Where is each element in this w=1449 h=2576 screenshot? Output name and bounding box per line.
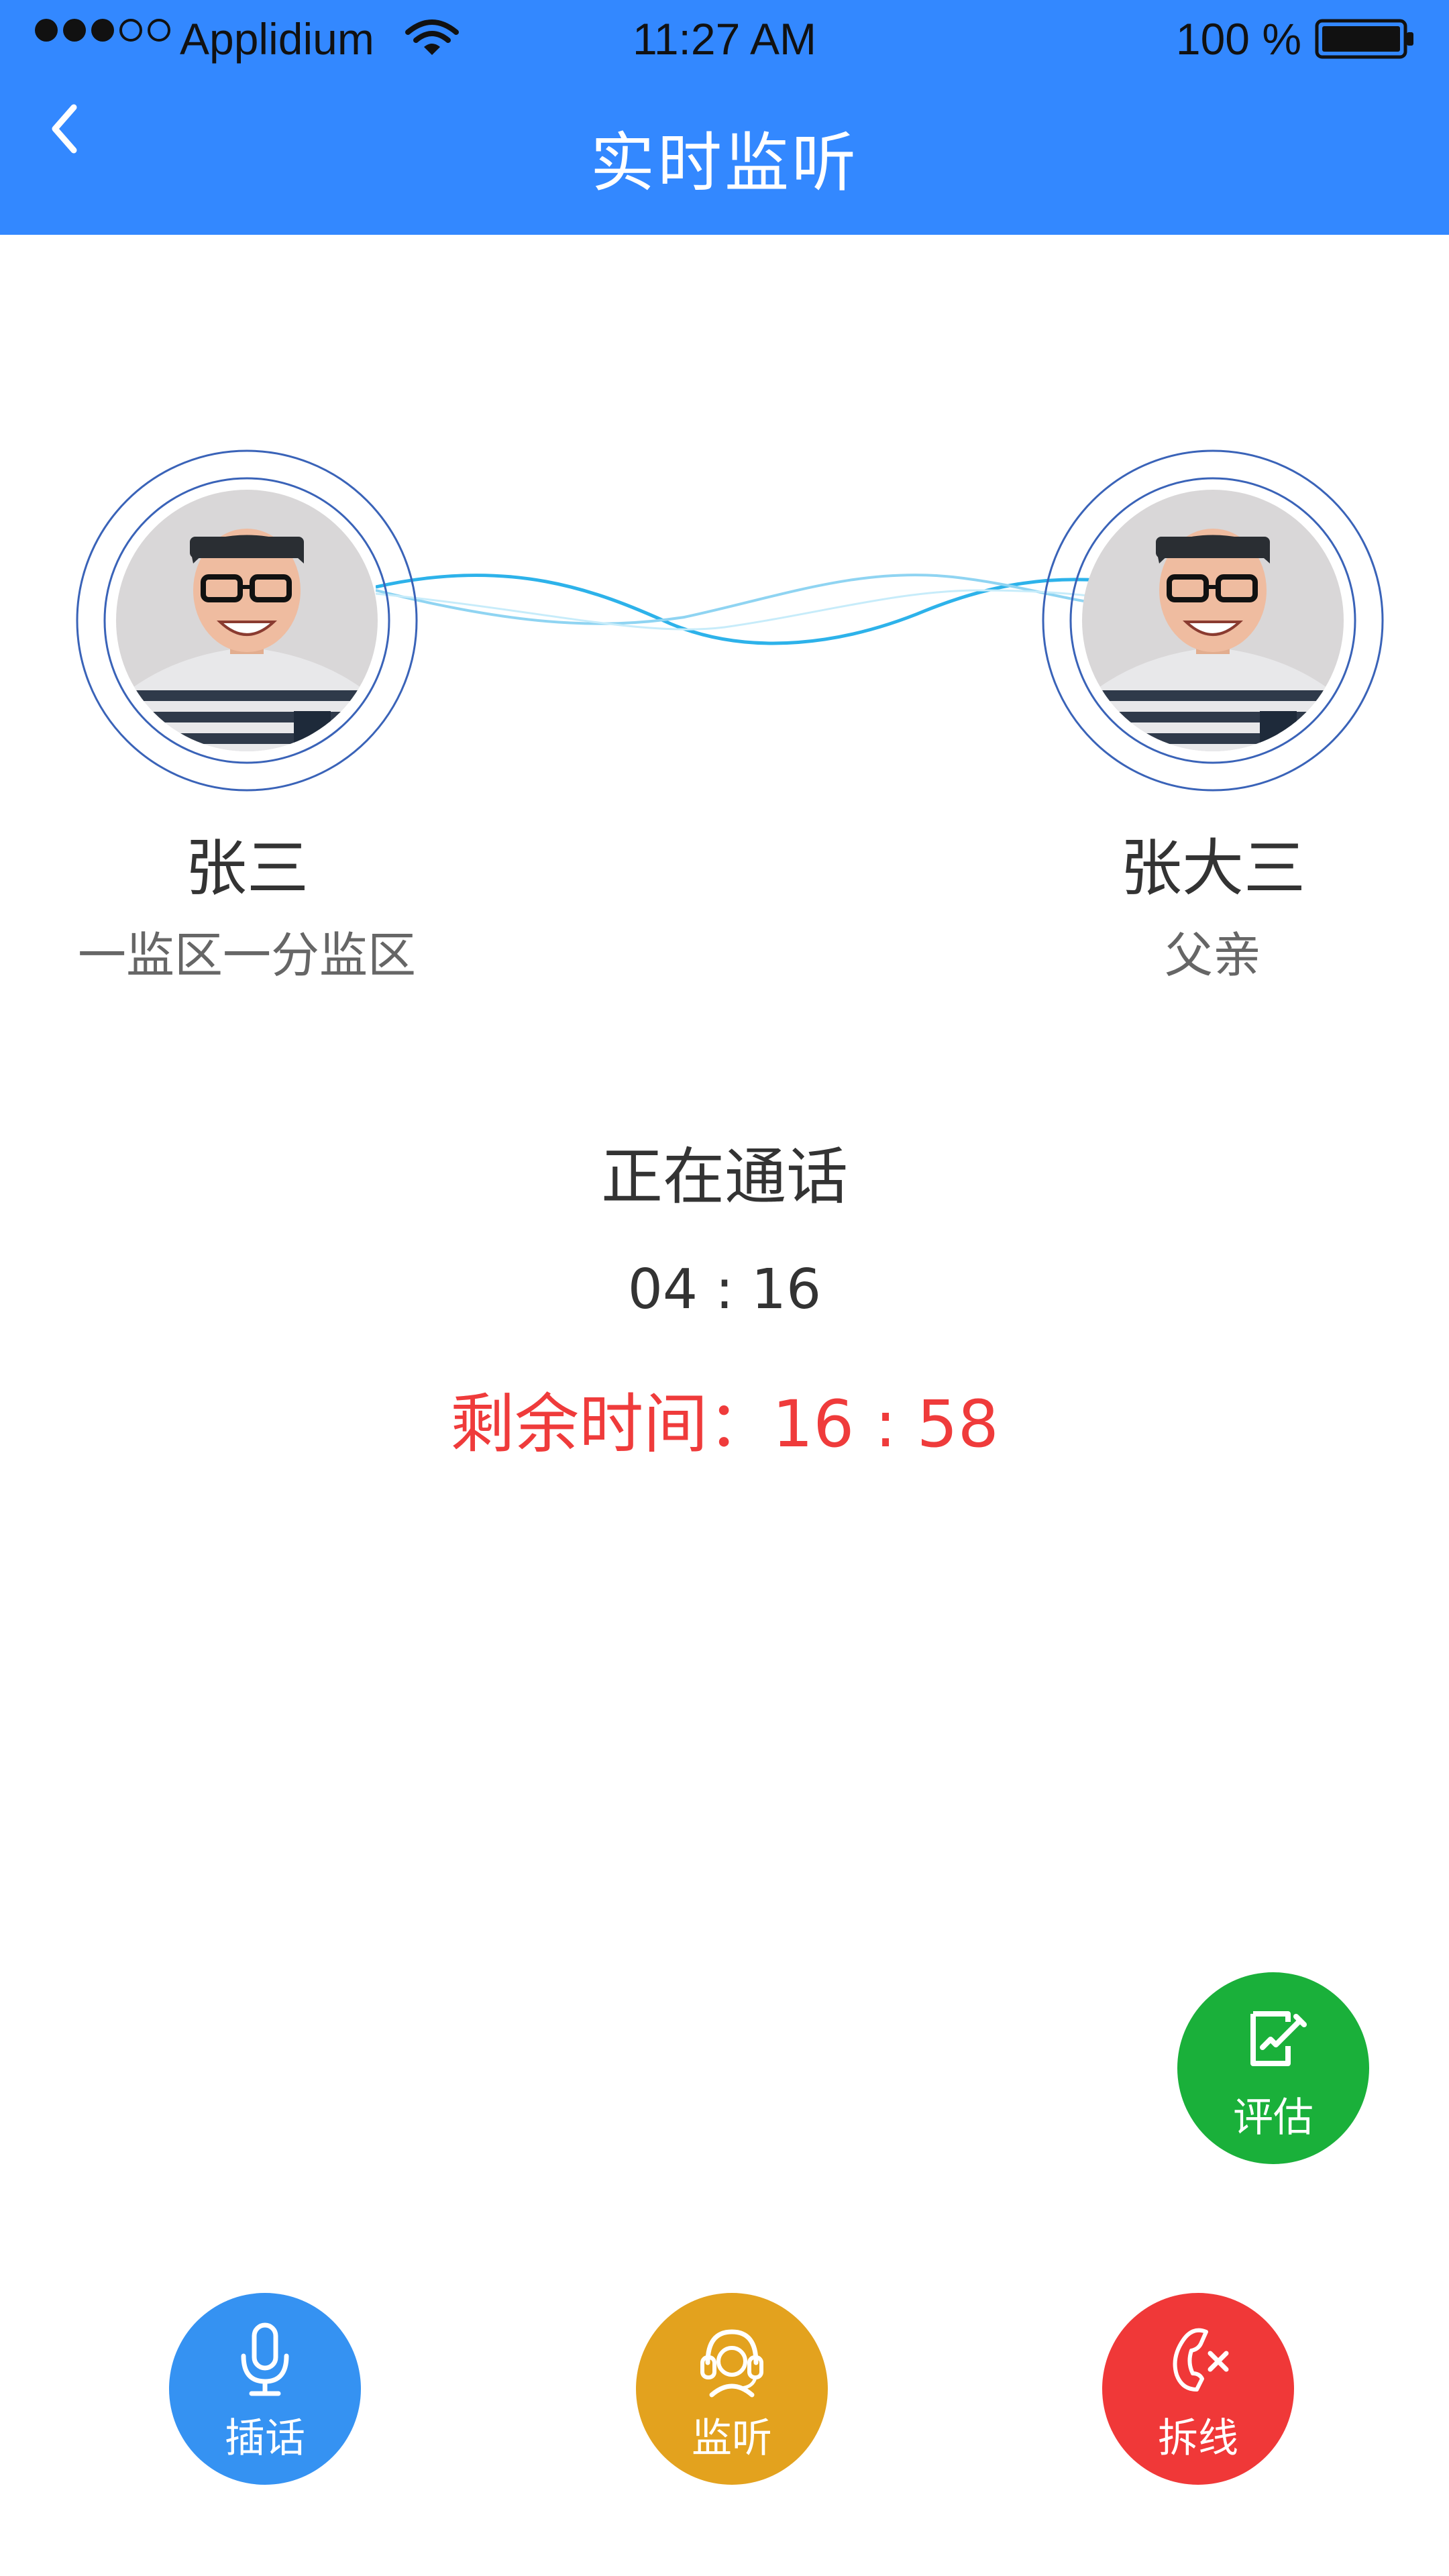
microphone-icon xyxy=(241,2322,289,2396)
monitor-label: 监听 xyxy=(692,2415,772,2462)
call-status: 正在通话 xyxy=(600,1141,848,1213)
phone-hangup-icon xyxy=(1173,2328,1229,2392)
audio-wave-graphic xyxy=(376,573,1100,645)
interject-button[interactable]: 插话 xyxy=(169,2293,361,2485)
hangup-label: 拆线 xyxy=(1158,2415,1238,2462)
hangup-button[interactable]: 拆线 xyxy=(1102,2293,1294,2485)
participant-name: 张大三 xyxy=(1120,833,1305,904)
monitor-button[interactable]: 监听 xyxy=(636,2293,828,2485)
status-bar: Applidium 11:27 AM 100 % xyxy=(0,0,1449,80)
headset-icon xyxy=(700,2329,763,2398)
remaining-time: 剩余时间：16 : 58 xyxy=(450,1387,999,1462)
avatar xyxy=(72,446,421,795)
participant-subtitle: 一监区一分监区 xyxy=(77,927,416,983)
participant-relation: 父亲 xyxy=(1164,927,1261,983)
participant-family: 张大三 父亲 xyxy=(1038,446,1387,983)
interject-label: 插话 xyxy=(225,2415,305,2462)
battery-icon xyxy=(1315,19,1413,59)
battery-percent: 100 % xyxy=(1175,14,1301,64)
page-title: 实时监听 xyxy=(590,125,859,201)
avatar xyxy=(1038,446,1387,795)
app-header: Applidium 11:27 AM 100 % 实时监听 xyxy=(0,0,1449,235)
evaluate-button[interactable]: 评估 xyxy=(1177,1972,1369,2164)
call-duration: 04 : 16 xyxy=(627,1258,822,1322)
evaluate-label: 评估 xyxy=(1233,2094,1313,2141)
participant-name: 张三 xyxy=(184,833,309,904)
participant-inmate: 张三 一监区一分监区 xyxy=(72,446,421,983)
edit-icon xyxy=(1250,2011,1307,2066)
